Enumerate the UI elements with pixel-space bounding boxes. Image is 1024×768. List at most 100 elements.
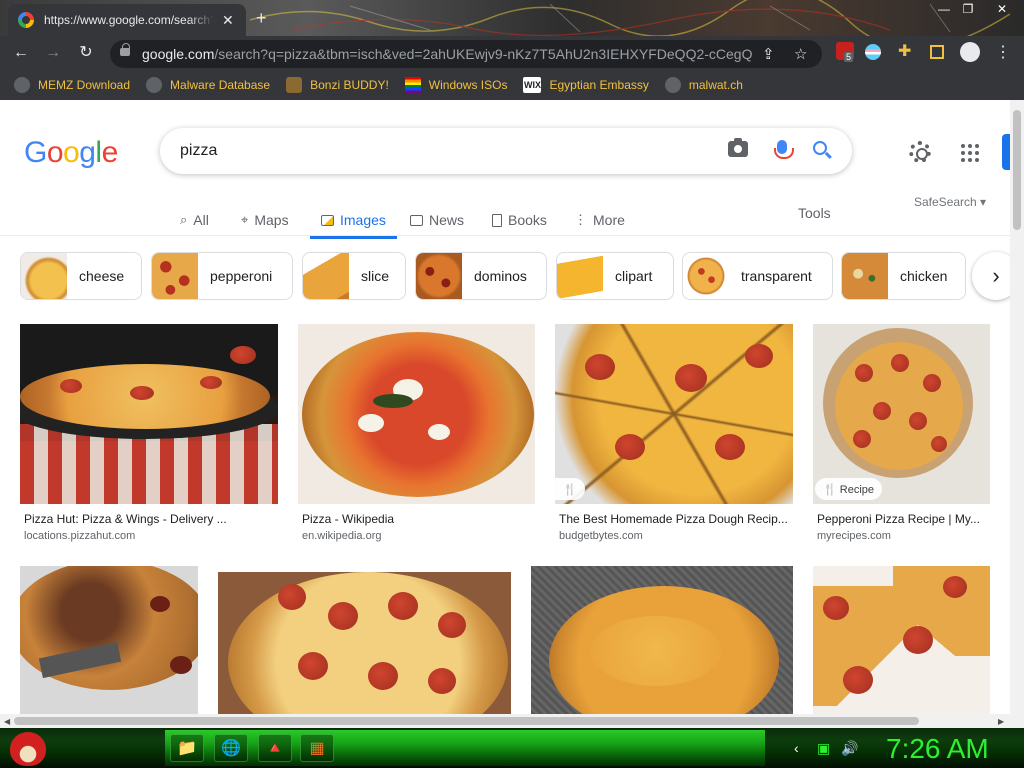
google-logo[interactable]: Google [24,136,118,170]
tab-books[interactable]: Books [492,204,547,236]
rainbow-flag-icon [404,77,421,93]
side-panel-icon[interactable] [930,45,944,59]
bookmark-malware-database[interactable]: Malware Database [146,77,270,93]
result-image-6[interactable] [218,572,511,714]
chip-slice[interactable]: slice [302,252,406,300]
minimize-button[interactable]: — [932,0,956,20]
address-bar[interactable]: google.com/search?q=pizza&tbm=isch&ved=2… [110,40,822,68]
chip-thumbnail [416,253,462,299]
globe-icon [664,77,681,93]
chips-next-arrow-icon[interactable]: › [972,252,1010,300]
vertical-scroll-thumb[interactable] [1013,110,1021,230]
bookmarks-bar: MEMZ Download Malware Database Bonzi BUD… [0,70,1024,100]
tab-maps[interactable]: ⌖ Maps [241,204,289,236]
camera-search-icon[interactable] [728,138,748,157]
settings-gear-icon[interactable] [909,141,931,163]
taskbar-vlc[interactable]: 🔺 [258,734,292,762]
taskbar-clock[interactable]: 7:26 AM [886,733,989,765]
taskbar-file-explorer[interactable]: 📁 [170,734,204,762]
chip-clipart[interactable]: clipart [556,252,674,300]
scroll-right-arrow-icon[interactable]: ▶ [998,717,1004,726]
result-title-2[interactable]: Pizza - Wikipedia [302,512,532,526]
book-icon [492,213,502,227]
bookmark-star-icon[interactable]: ☆ [794,45,807,63]
back-button[interactable]: ← [10,42,32,64]
result-image-2[interactable] [298,324,535,504]
taskbar-app[interactable]: ▦ [300,734,334,762]
result-image-4[interactable]: 🍴 Recipe [813,324,990,504]
search-icon[interactable] [813,141,827,155]
result-title-1[interactable]: Pizza Hut: Pizza & Wings - Delivery ... [24,512,274,526]
horizontal-scroll-thumb[interactable] [14,717,919,725]
tab-images[interactable]: Images [310,204,397,239]
result-image-7[interactable] [531,566,793,714]
result-title-3[interactable]: The Best Homemade Pizza Dough Recip... [559,512,791,526]
taskbar [0,728,1024,768]
chip-cheese[interactable]: cheese [20,252,142,300]
extension-badge: 5 [844,52,854,62]
recipe-badge: 🍴 Recipe [815,478,882,500]
result-source-3[interactable]: budgetbytes.com [559,530,643,542]
close-window-button[interactable]: ✕ [990,0,1014,20]
tray-volume-icon[interactable]: 🔊 [841,740,858,757]
tray-expand-icon[interactable]: ‹ [794,740,799,756]
chip-pepperoni[interactable]: pepperoni [151,252,293,300]
bonzi-icon [286,77,303,93]
chip-thumbnail [842,253,888,299]
bookmark-windows-isos[interactable]: Windows ISOs [404,77,507,93]
tab-news[interactable]: News [410,204,464,236]
taskbar-chrome[interactable]: 🌐 [214,734,248,762]
tray-network-icon[interactable]: ▣ [817,740,830,757]
active-browser-tab[interactable]: https://www.google.com/search?q=pizza ✕ [8,4,246,36]
tools-button[interactable]: Tools [798,205,831,221]
result-image-1[interactable] [20,324,278,504]
vertical-scrollbar[interactable] [1010,100,1024,714]
result-source-1[interactable]: locations.pizzahut.com [24,530,135,542]
bookmark-bonzi-buddy[interactable]: Bonzi BUDDY! [286,77,389,93]
browser-menu-icon[interactable]: ⋮ [992,42,1014,64]
chip-chicken[interactable]: chicken [841,252,966,300]
forward-button[interactable]: → [42,42,64,64]
url-text[interactable]: google.com/search?q=pizza&tbm=isch&ved=2… [142,46,752,62]
wix-icon: WIX [523,77,542,93]
search-tabs: ⌕ All ⌖ Maps Images News Books ⋮ More [0,200,1010,239]
bookmark-malwatch[interactable]: malwat.ch [664,77,743,93]
map-pin-icon: ⌖ [241,212,249,227]
tab-more[interactable]: ⋮ More [574,204,625,236]
reload-button[interactable]: ↻ [75,42,97,64]
extensions-puzzle-icon[interactable]: ✚ [898,44,916,62]
horizontal-scrollbar[interactable]: ◀ ▶ [0,714,1024,728]
scroll-left-arrow-icon[interactable]: ◀ [4,717,10,726]
wallpaper-scribble [250,0,1010,36]
tab-all[interactable]: ⌕ All [180,204,209,236]
flag-extension-icon[interactable] [865,44,881,60]
new-tab-button[interactable]: + [256,8,267,29]
bookmark-memz[interactable]: MEMZ Download [14,77,130,93]
result-image-8[interactable] [813,566,990,714]
ublock-extension-icon[interactable]: 5 [836,42,854,62]
screen: https://www.google.com/search?q=pizza ✕ … [0,0,1024,768]
sign-in-button[interactable] [1002,134,1010,170]
google-apps-icon[interactable] [961,144,979,162]
result-source-2[interactable]: en.wikipedia.org [302,530,382,542]
bookmark-egyptian-embassy[interactable]: WIX Egyptian Embassy [523,77,649,93]
microphone-icon[interactable] [774,140,794,159]
chip-transparent[interactable]: transparent [682,252,833,300]
restore-button[interactable]: ❐ [956,0,980,20]
result-title-4[interactable]: Pepperoni Pizza Recipe | My... [817,512,987,526]
more-dots-icon: ⋮ [574,212,587,227]
search-input[interactable] [180,140,700,162]
share-icon[interactable]: ⇪ [762,45,775,63]
chip-thumbnail [152,253,198,299]
start-button-angry-bird-icon[interactable] [10,732,46,766]
chip-dominos[interactable]: dominos [415,252,547,300]
safesearch-dropdown[interactable]: SafeSearch ▾ [914,195,986,209]
result-image-5[interactable] [20,566,198,714]
result-image-3[interactable]: 🍴 [555,324,793,504]
chip-thumbnail [21,253,67,299]
result-source-4[interactable]: myrecipes.com [817,530,891,542]
profile-avatar-icon[interactable] [960,42,980,62]
search-icon: ⌕ [180,212,188,227]
chip-thumbnail [557,253,603,299]
tab-close-icon[interactable]: ✕ [222,12,234,29]
